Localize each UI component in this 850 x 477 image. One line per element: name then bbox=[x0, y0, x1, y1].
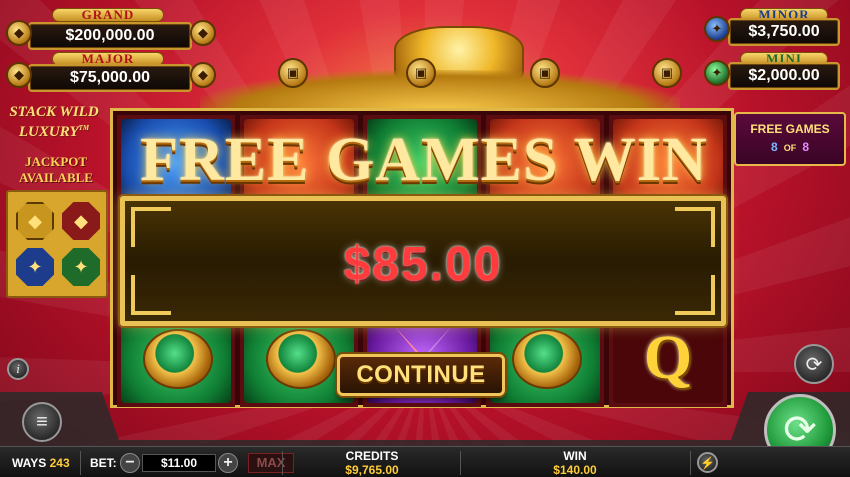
free-games-current: 8 bbox=[770, 140, 778, 154]
queen-letter: Q bbox=[643, 324, 693, 392]
credits-display: CREDITS $9,765.00 bbox=[322, 447, 422, 477]
free-games-label: FREE GAMES bbox=[750, 122, 830, 136]
bottom-bar: WAYS 243 BET: − $11.00 + MAX CREDITS $9,… bbox=[0, 446, 850, 477]
minor-jackpot-value: $3,750.00 bbox=[728, 18, 840, 46]
gold-coins-pile bbox=[200, 70, 680, 110]
ways-label: WAYS bbox=[12, 455, 47, 470]
jade-ring-icon bbox=[143, 329, 213, 389]
major-jackpot-value: $75,000.00 bbox=[28, 64, 192, 92]
grand-jackpot-icon-right: ◆ bbox=[190, 20, 216, 46]
mini-jackpot-value: $2,000.00 bbox=[728, 62, 840, 90]
minor-jackpot-icon: ✦ bbox=[16, 248, 54, 286]
logo-line-1: STACK WILD bbox=[9, 104, 99, 120]
jackpot-available-line-1: JACKPOT bbox=[24, 154, 88, 169]
grand-jackpot-icon: ◆ bbox=[6, 20, 32, 46]
mini-jackpot-icon: ✦ bbox=[704, 60, 730, 86]
free-games-win-title: FREE GAMES WIN bbox=[140, 126, 708, 194]
divider bbox=[80, 451, 81, 475]
bet-decrease-button[interactable]: − bbox=[120, 452, 141, 473]
bet-control: BET: − $11.00 + MAX bbox=[90, 447, 295, 477]
jackpot-available-label: JACKPOT AVAILABLE bbox=[6, 154, 106, 186]
ring-symbol bbox=[121, 315, 231, 403]
coin-icon: ▣ bbox=[652, 58, 682, 88]
jackpot-icons-panel: ◆ ◆ ✦ ✦ bbox=[6, 190, 108, 298]
ring-symbol bbox=[490, 315, 600, 403]
minor-jackpot-icon: ✦ bbox=[704, 16, 730, 42]
bet-label: BET: bbox=[90, 455, 117, 470]
jackpot-available-line-2: AVAILABLE bbox=[19, 170, 93, 185]
credits-label: CREDITS bbox=[345, 448, 399, 463]
win-label: WIN bbox=[563, 448, 587, 463]
bet-increase-button[interactable]: + bbox=[218, 452, 239, 473]
mini-jackpot-icon: ✦ bbox=[62, 248, 100, 286]
free-games-counter: FREE GAMES 8 OF 8 bbox=[734, 112, 846, 166]
logo-line-2-wrap: LUXURYTM bbox=[2, 120, 106, 140]
coin-icon: ▣ bbox=[530, 58, 560, 88]
ways-display: WAYS 243 bbox=[12, 447, 70, 477]
game-logo: STACK WILD LUXURYTM bbox=[2, 104, 106, 144]
ways-value: 243 bbox=[49, 455, 70, 470]
divider bbox=[690, 451, 691, 475]
win-panel: $85.00 bbox=[120, 196, 726, 326]
jade-ring-icon bbox=[512, 329, 582, 389]
coin-icon: ▣ bbox=[406, 58, 436, 88]
win-value: $140.00 bbox=[553, 462, 597, 477]
lightning-icon[interactable]: ⚡ bbox=[697, 452, 718, 473]
win-amount: $85.00 bbox=[343, 238, 503, 291]
game-stage: GRAND $200,000.00 ◆ ◆ MAJOR $75,000.00 ◆… bbox=[0, 0, 850, 477]
queen-symbol: Q bbox=[613, 315, 723, 403]
continue-button[interactable]: CONTINUE bbox=[337, 354, 505, 396]
free-games-of: OF bbox=[783, 143, 797, 153]
max-bet-button[interactable]: MAX bbox=[248, 452, 295, 473]
info-icon[interactable]: i bbox=[7, 358, 29, 380]
logo-tm: TM bbox=[78, 124, 90, 132]
credits-value: $9,765.00 bbox=[345, 462, 399, 477]
coin-icon: ▣ bbox=[278, 58, 308, 88]
grand-jackpot-title: GRAND bbox=[52, 7, 164, 22]
jade-ring-icon bbox=[266, 329, 336, 389]
grand-jackpot-value: $200,000.00 bbox=[28, 22, 192, 50]
autoplay-icon[interactable]: ⟳ bbox=[794, 344, 834, 384]
bet-value: $11.00 bbox=[142, 453, 217, 472]
divider bbox=[460, 451, 461, 475]
logo-line-2: LUXURY bbox=[18, 124, 79, 140]
menu-icon[interactable]: ≡ bbox=[22, 402, 62, 442]
win-display: WIN $140.00 bbox=[530, 447, 620, 477]
free-games-count: 8 OF 8 bbox=[736, 140, 844, 154]
free-games-total: 8 bbox=[802, 140, 810, 154]
major-jackpot-icon: ◆ bbox=[62, 202, 100, 240]
divider bbox=[282, 451, 283, 475]
grand-jackpot-icon: ◆ bbox=[16, 202, 54, 240]
major-jackpot-icon: ◆ bbox=[6, 62, 32, 88]
